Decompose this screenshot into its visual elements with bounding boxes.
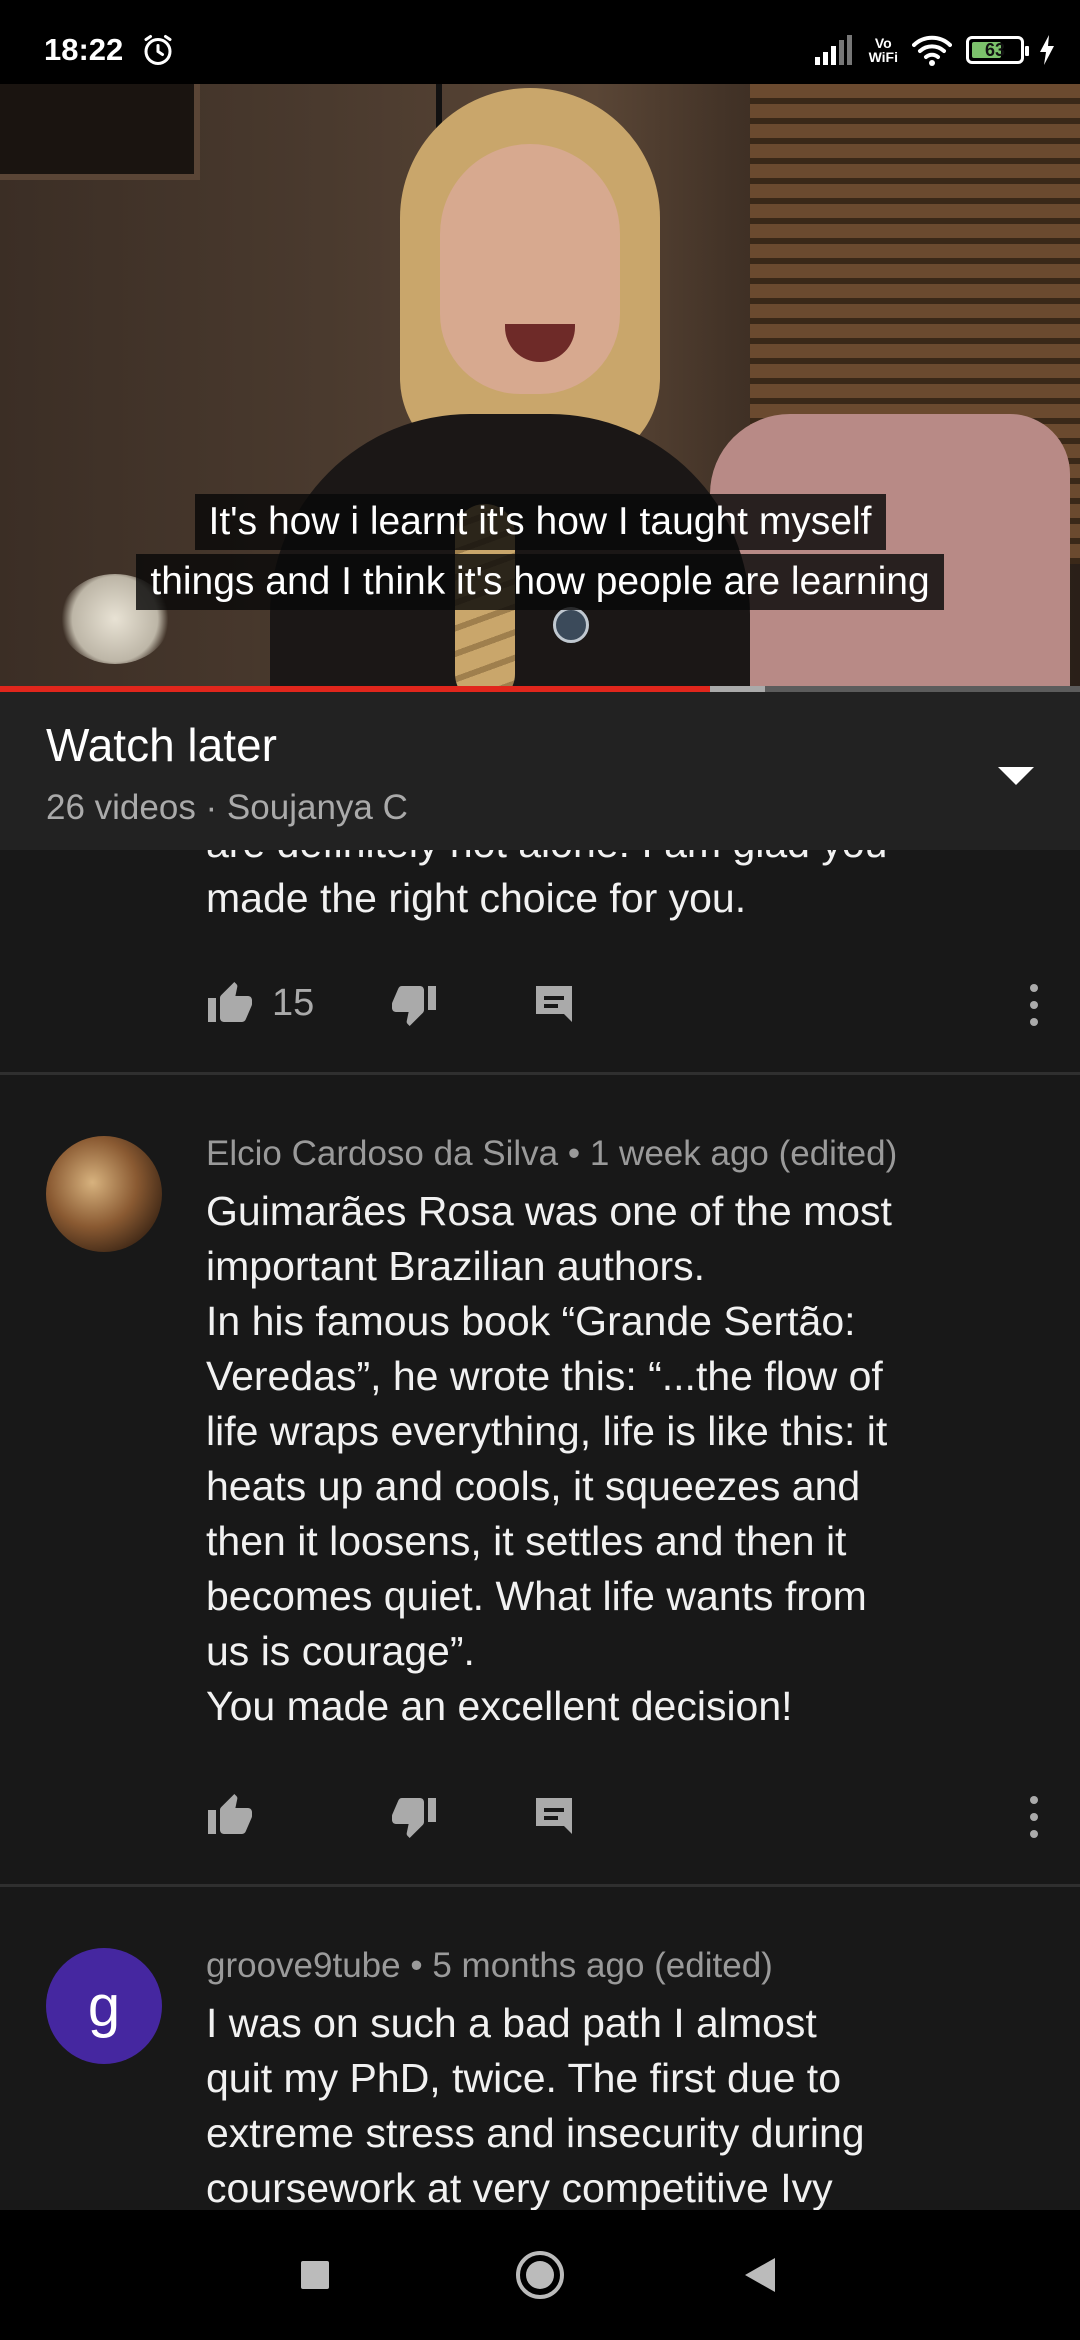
- comment-text-line: I was on such a bad path I almost: [206, 2000, 817, 2046]
- comment-text-line: Guimarães Rosa was one of the most: [206, 1188, 892, 1234]
- meta-separator: •: [410, 1946, 423, 1985]
- dislike-icon[interactable]: [390, 1792, 438, 1840]
- playlist-subtitle: 26 videos · Soujanya C: [46, 788, 408, 827]
- comment-time: 1 week ago (edited): [589, 1134, 898, 1173]
- video-player[interactable]: It's how i learnt it's how I taught myse…: [0, 84, 1080, 688]
- battery-level: 63: [984, 39, 1006, 60]
- comment-text-line: important Brazilian authors.: [206, 1243, 706, 1289]
- like-icon[interactable]: [206, 980, 254, 1028]
- alarm-icon: [144, 35, 172, 65]
- comment-text-line: In his famous book “Grande Sertão:: [206, 1298, 856, 1344]
- comment-item: groove9tube • 5 months ago (edited) I wa…: [206, 1946, 1066, 2210]
- more-options-icon[interactable]: [1014, 980, 1054, 1030]
- system-nav-bar: [0, 2210, 1080, 2340]
- comment-actions: 15: [206, 974, 1066, 1034]
- status-icons: Vo WiFi 63: [814, 30, 1056, 70]
- like-count: 15: [272, 982, 315, 1024]
- comment-text-line: are definitely not alone! I am glad you: [206, 850, 888, 871]
- comment-body: Guimarães Rosa was one of the most impor…: [206, 1184, 1066, 1734]
- video-captions: It's how i learnt it's how I taught myse…: [0, 494, 1080, 610]
- circle-home-icon[interactable]: [510, 2245, 570, 2305]
- comment-text-line: You made an excellent decision!: [206, 1683, 793, 1729]
- comment-text-line: extreme stress and insecurity during: [206, 2110, 865, 2156]
- wifi-icon: [912, 35, 952, 66]
- comment-header: Elcio Cardoso da Silva • 1 week ago (edi…: [206, 1134, 1066, 1174]
- vowifi-bottom-label: WiFi: [868, 49, 898, 65]
- square-recents-icon[interactable]: [285, 2245, 345, 2305]
- comment-item: Elcio Cardoso da Silva • 1 week ago (edi…: [206, 1134, 1066, 1734]
- video-frame-pin: [553, 607, 589, 643]
- comment-actions: [206, 1786, 1066, 1846]
- reply-icon[interactable]: [530, 980, 578, 1028]
- like-icon[interactable]: [206, 1792, 254, 1840]
- triangle-back-icon[interactable]: [730, 2245, 790, 2305]
- comment-text-line: us is courage”.: [206, 1628, 475, 1674]
- caption-line-2: things and I think it's how people are l…: [136, 554, 944, 610]
- vowifi-icon: Vo WiFi: [869, 36, 898, 64]
- chevron-down-icon[interactable]: [976, 736, 1056, 816]
- reply-icon[interactable]: [530, 1792, 578, 1840]
- charging-icon: [1040, 35, 1054, 65]
- comment-text-line: becomes quiet. What life wants from: [206, 1573, 867, 1619]
- comment-text-line: heats up and cools, it squeezes and: [206, 1463, 861, 1509]
- signal-icon: [814, 35, 852, 65]
- playlist-title: Watch later: [46, 719, 277, 771]
- avatar[interactable]: [46, 1136, 162, 1252]
- battery-icon: 63: [966, 36, 1029, 64]
- comment-text-line: then it loosens, it settles and then it: [206, 1518, 847, 1564]
- comment-text-line: made the right choice for you.: [206, 875, 747, 921]
- avatar[interactable]: g: [46, 1948, 162, 2064]
- comment-text-line: coursework at very competitive Ivy: [206, 2165, 833, 2210]
- playlist-panel-header[interactable]: Watch later 26 videos · Soujanya C: [0, 692, 1080, 850]
- comment-divider: [0, 1884, 1080, 1887]
- comment-author[interactable]: Elcio Cardoso da Silva: [206, 1134, 558, 1173]
- comment-text-line: life wraps everything, life is like this…: [206, 1408, 888, 1454]
- meta-separator: •: [567, 1134, 581, 1173]
- comment-text-line: Veredas”, he wrote this: “...the flow of: [206, 1353, 883, 1399]
- comments-list[interactable]: are definitely not alone! I am glad you …: [0, 850, 1080, 2210]
- comment-author[interactable]: groove9tube: [206, 1946, 401, 1985]
- comment-body: I was on such a bad path I almost quit m…: [206, 1996, 1066, 2210]
- status-time: 18:22: [44, 32, 124, 67]
- caption-line-1: It's how i learnt it's how I taught myse…: [194, 494, 886, 550]
- dislike-icon[interactable]: [390, 980, 438, 1028]
- comment-text-line: quit my PhD, twice. The first due to: [206, 2055, 841, 2101]
- comment-divider: [0, 1072, 1080, 1075]
- video-frame-picture: [0, 84, 200, 180]
- avatar-letter: g: [87, 1973, 121, 2039]
- vowifi-top-label: Vo: [874, 35, 892, 51]
- comment-header: groove9tube • 5 months ago (edited): [206, 1946, 1066, 1986]
- more-options-icon[interactable]: [1014, 1792, 1054, 1842]
- comment-time: 5 months ago (edited): [432, 1946, 773, 1985]
- status-bar: 18:22 Vo WiFi 63: [0, 0, 1080, 84]
